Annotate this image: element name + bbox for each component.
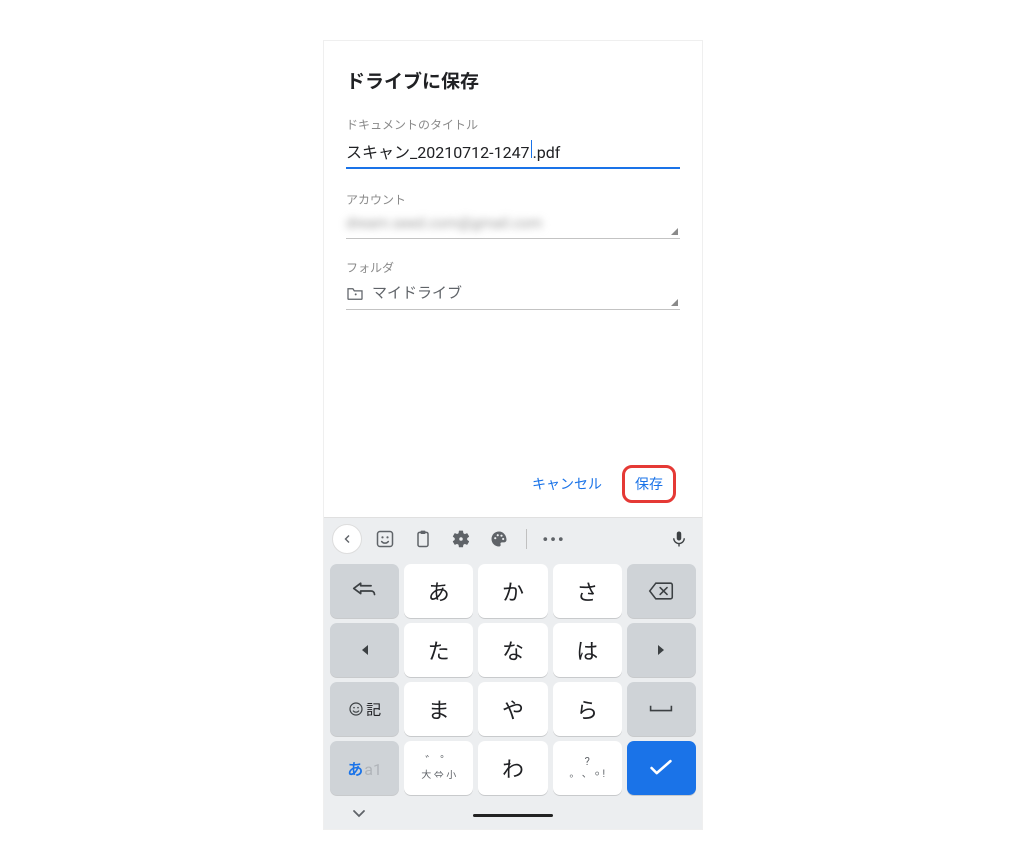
kbd-collapse-button[interactable]: [332, 524, 362, 554]
nav-bar: [324, 801, 702, 829]
arrow-right-icon: [654, 643, 668, 657]
key-cursor-right[interactable]: [627, 623, 696, 677]
palette-icon: [489, 529, 509, 549]
phone-frame: ドライブに保存 ドキュメントのタイトル スキャン_20210712-1247 .…: [323, 40, 703, 830]
save-dialog: ドライブに保存 ドキュメントのタイトル スキャン_20210712-1247 .…: [324, 41, 702, 517]
mic-icon: [670, 530, 688, 548]
sticker-icon: [375, 529, 395, 549]
backspace-icon: [648, 581, 674, 601]
diacritic-label: ゛ ゜ 大 ⇔ 小: [421, 754, 456, 781]
text-cursor: [531, 140, 532, 158]
key-space[interactable]: [627, 682, 696, 736]
account-value: dream.seed.com@gmail.com: [346, 214, 680, 232]
key-cursor-left[interactable]: [330, 623, 399, 677]
gear-icon: [451, 529, 471, 549]
key-ra[interactable]: ら: [553, 682, 622, 736]
key-punctuation[interactable]: ? 。 、 ⸰ !: [553, 741, 622, 795]
toolbar-separator: [526, 529, 527, 549]
punct-label: ? 。 、 ⸰ !: [569, 755, 605, 781]
more-icon: •••: [542, 530, 565, 549]
chevron-left-icon: [341, 533, 353, 545]
key-ha[interactable]: は: [553, 623, 622, 677]
key-wa[interactable]: わ: [478, 741, 547, 795]
key-na[interactable]: な: [478, 623, 547, 677]
kbd-hide-button[interactable]: [352, 807, 366, 823]
folder-field[interactable]: フォルダ マイドライブ: [346, 259, 680, 330]
folder-label: フォルダ: [346, 259, 680, 276]
folder-value: マイドライブ: [372, 282, 462, 303]
undo-icon: [352, 582, 378, 600]
save-button[interactable]: 保存: [633, 472, 665, 496]
cancel-button[interactable]: キャンセル: [524, 468, 610, 500]
kbd-more-button[interactable]: •••: [539, 524, 569, 554]
folder-icon: [346, 286, 364, 300]
key-sa[interactable]: さ: [553, 564, 622, 618]
key-input-mode[interactable]: あa1: [330, 741, 399, 795]
document-title-field[interactable]: ドキュメントのタイトル スキャン_20210712-1247 .pdf: [346, 116, 680, 191]
key-undo[interactable]: [330, 564, 399, 618]
emoji-symbol-label: 記: [348, 699, 381, 720]
save-button-highlight: 保存: [622, 465, 676, 503]
space-icon: [649, 703, 673, 715]
keyboard-keys: あ か さ た な は 記 ま や ら あa1 ゛ ゜: [324, 560, 702, 801]
document-title-value-suffix: .pdf: [533, 143, 561, 162]
key-ka[interactable]: か: [478, 564, 547, 618]
key-ya[interactable]: や: [478, 682, 547, 736]
document-title-label: ドキュメントのタイトル: [346, 116, 680, 133]
key-enter[interactable]: [627, 741, 696, 795]
dropdown-handle-icon: [671, 228, 678, 235]
kbd-settings-button[interactable]: [446, 524, 476, 554]
nav-handle[interactable]: [473, 814, 553, 817]
mode-label: あa1: [347, 756, 382, 780]
kbd-sticker-button[interactable]: [370, 524, 400, 554]
account-field[interactable]: アカウント dream.seed.com@gmail.com: [346, 191, 680, 259]
document-title-value-prefix: スキャン_20210712-1247: [346, 139, 530, 163]
key-a[interactable]: あ: [404, 564, 473, 618]
kbd-mic-button[interactable]: [664, 524, 694, 554]
keyboard: ••• あ か さ た な は 記 ま や ら: [324, 517, 702, 829]
kbd-palette-button[interactable]: [484, 524, 514, 554]
key-diacritic[interactable]: ゛ ゜ 大 ⇔ 小: [404, 741, 473, 795]
clipboard-icon: [413, 529, 433, 549]
keyboard-toolbar: •••: [324, 518, 702, 560]
key-ma[interactable]: ま: [404, 682, 473, 736]
dialog-title: ドライブに保存: [346, 67, 680, 94]
key-ta[interactable]: た: [404, 623, 473, 677]
account-label: アカウント: [346, 191, 680, 208]
arrow-left-icon: [358, 643, 372, 657]
dialog-actions: キャンセル 保存: [346, 455, 680, 517]
dropdown-handle-icon: [671, 299, 678, 306]
key-backspace[interactable]: [627, 564, 696, 618]
check-icon: [649, 759, 673, 777]
kbd-clipboard-button[interactable]: [408, 524, 438, 554]
key-emoji-symbol[interactable]: 記: [330, 682, 399, 736]
